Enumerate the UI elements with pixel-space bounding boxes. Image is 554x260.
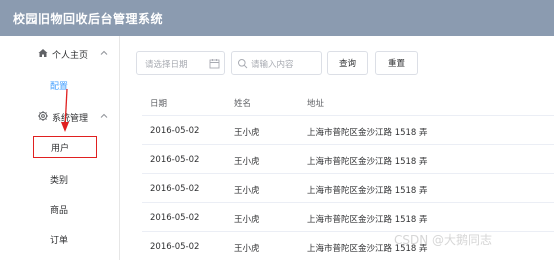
column-header-name: 姓名: [234, 99, 252, 109]
cell-date: 2016-05-02: [150, 126, 200, 136]
date-picker[interactable]: 请选择日期: [136, 51, 225, 75]
cell-date: 2016-05-02: [150, 213, 200, 223]
watermark: CSDN @大鹅同志: [394, 233, 493, 247]
table-row: 2016-05-02 王小虎 上海市普陀区金沙江路 1518 弄: [142, 175, 554, 203]
home-icon: [38, 49, 48, 57]
cell-name: 王小虎: [234, 128, 260, 138]
sidebar-item-goods[interactable]: 商品: [0, 200, 119, 218]
table-header-row: 日期 姓名 地址: [142, 88, 554, 116]
date-placeholder: 请选择日期: [145, 60, 188, 70]
search-input[interactable]: 请输入内容: [231, 51, 322, 75]
cell-name: 王小虎: [234, 215, 260, 225]
table-row: 2016-05-02 王小虎 上海市普陀区金沙江路 1518 弄: [142, 117, 554, 145]
column-header-date: 日期: [150, 99, 168, 109]
cell-name: 王小虎: [234, 157, 260, 167]
sidebar-item-label: 商品: [50, 206, 69, 216]
chevron-up-icon: [100, 113, 108, 118]
cell-name: 王小虎: [234, 186, 260, 196]
calendar-icon: [209, 59, 220, 69]
search-placeholder: 请输入内容: [251, 60, 294, 70]
table-row: 2016-05-02 王小虎 上海市普陀区金沙江路 1518 弄: [142, 204, 554, 232]
cell-address: 上海市普陀区金沙江路 1518 弄: [307, 186, 428, 196]
sidebar-item-label: 订单: [50, 236, 69, 246]
cell-address: 上海市普陀区金沙江路 1518 弄: [307, 215, 428, 225]
gear-icon: [38, 111, 48, 121]
sidebar-item-orders[interactable]: 订单: [0, 230, 119, 248]
sidebar-item-category[interactable]: 类别: [0, 170, 119, 188]
cell-address: 上海市普陀区金沙江路 1518 弄: [307, 157, 428, 167]
column-header-address: 地址: [307, 99, 325, 109]
annotation-highlight-box: [33, 136, 97, 158]
cell-date: 2016-05-02: [150, 242, 200, 252]
sidebar-group-home[interactable]: 个人主页: [0, 45, 119, 63]
search-icon: [238, 59, 248, 69]
chevron-up-icon: [100, 50, 108, 55]
cell-date: 2016-05-02: [150, 155, 200, 165]
query-button[interactable]: 查询: [327, 51, 368, 75]
app-title: 校园旧物回收后台管理系统: [13, 12, 164, 26]
top-header: 校园旧物回收后台管理系统: [0, 0, 554, 36]
table-row: 2016-05-02 王小虎 上海市普陀区金沙江路 1518 弄: [142, 233, 554, 260]
cell-name: 王小虎: [234, 244, 260, 254]
cell-date: 2016-05-02: [150, 184, 200, 194]
annotation-arrow: [61, 88, 69, 132]
sidebar-group-label: 个人主页: [52, 51, 89, 61]
cell-address: 上海市普陀区金沙江路 1518 弄: [307, 128, 428, 138]
sidebar-item-label: 类别: [50, 176, 69, 186]
table-row: 2016-05-02 王小虎 上海市普陀区金沙江路 1518 弄: [142, 146, 554, 174]
reset-button[interactable]: 重置: [375, 51, 418, 75]
